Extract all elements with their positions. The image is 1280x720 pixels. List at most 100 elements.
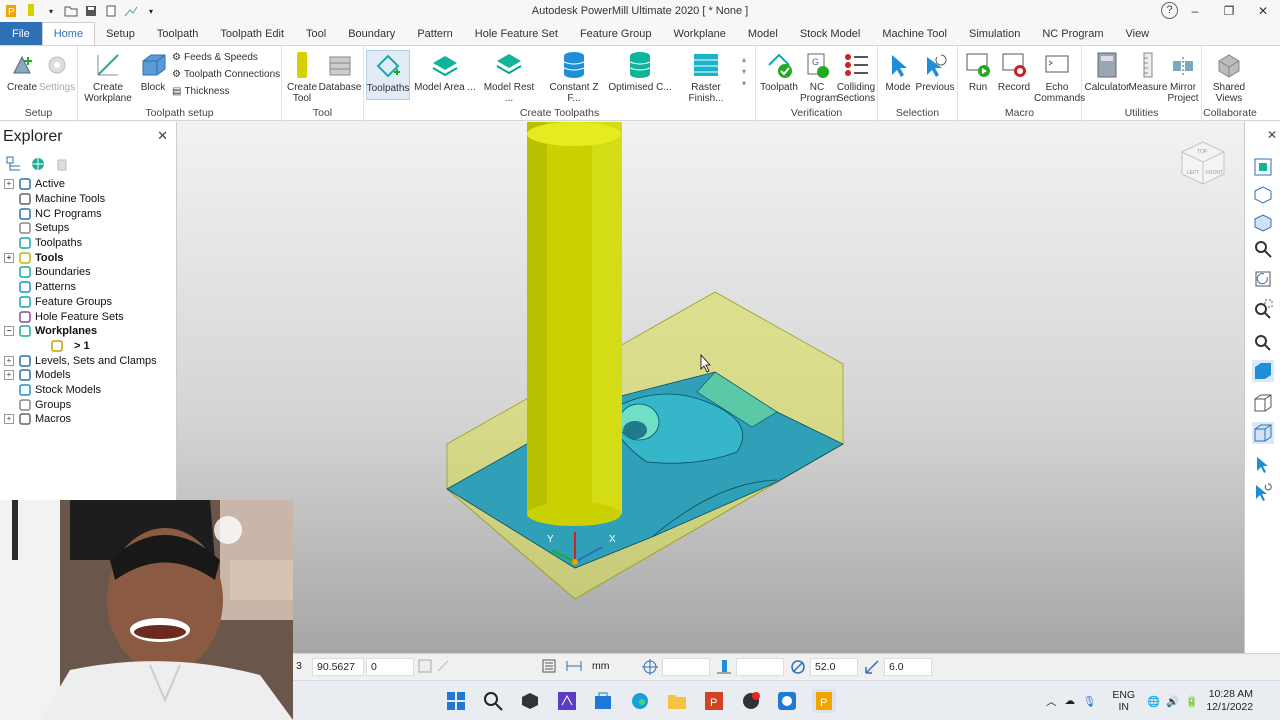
open-folder-icon[interactable] <box>64 4 78 18</box>
model-rest-button[interactable]: Model Rest ... <box>480 50 538 104</box>
thickness-field[interactable]: 6.0 <box>884 658 932 676</box>
show-hidden-icons-icon[interactable]: ︿ <box>1046 694 1057 709</box>
optimised-button[interactable]: Optimised C... <box>608 50 672 93</box>
shared-views-button[interactable]: Shared Views <box>1208 50 1250 104</box>
previous-button[interactable]: Previous <box>916 50 954 93</box>
crosshair-icon[interactable] <box>642 659 658 675</box>
tab-machine-tool[interactable]: Machine Tool <box>871 22 958 45</box>
tab-nc-program[interactable]: NC Program <box>1031 22 1114 45</box>
toolpaths-button[interactable]: Toolpaths <box>366 50 410 100</box>
expand-toggle-icon[interactable]: + <box>4 252 14 263</box>
explorer-item-active[interactable]: + Active <box>4 177 157 192</box>
tab-hole-feature-set[interactable]: Hole Feature Set <box>464 22 569 45</box>
iso-view-icon[interactable] <box>1252 184 1274 206</box>
model-area-button[interactable]: Model Area ... <box>414 50 476 93</box>
save-icon[interactable] <box>84 4 98 18</box>
new-file-icon[interactable] <box>104 4 118 18</box>
gallery-scroll-icon[interactable]: ▴ ▾ ▾ <box>742 54 746 90</box>
explorer-item-boundaries[interactable]: Boundaries <box>4 265 157 280</box>
view-cube-icon[interactable] <box>1252 212 1274 234</box>
powermill-taskbar-icon[interactable]: P <box>812 689 836 713</box>
tab-workplane[interactable]: Workplane <box>662 22 736 45</box>
graphics-viewport[interactable]: Y X TOP FRONT LEFT <box>177 122 1244 653</box>
app-logo-icon[interactable]: P <box>4 4 18 18</box>
tab-setup[interactable]: Setup <box>95 22 146 45</box>
tab-home[interactable]: Home <box>41 22 96 45</box>
tab-feature-group[interactable]: Feature Group <box>569 22 663 45</box>
tab-toolpath-edit[interactable]: Toolpath Edit <box>209 22 295 45</box>
refresh-view-icon[interactable] <box>1252 268 1274 290</box>
autodesk-app-icon[interactable] <box>775 689 799 713</box>
file-explorer-icon[interactable] <box>665 689 689 713</box>
explorer-item-toolpaths[interactable]: Toolpaths <box>4 236 157 251</box>
task-view-icon[interactable] <box>518 689 542 713</box>
shaded-view-icon[interactable] <box>1252 360 1274 382</box>
create-tool-button[interactable]: Create Tool <box>286 50 318 104</box>
explorer-item-models[interactable]: + Models <box>4 368 157 383</box>
coord-field-3[interactable]: 0 <box>366 658 414 676</box>
select-icon[interactable] <box>1252 454 1274 476</box>
explorer-item-nc-programs[interactable]: NC Programs <box>4 206 157 221</box>
expand-toggle-icon[interactable]: + <box>4 355 14 366</box>
explorer-item-hole-feature-sets[interactable]: Hole Feature Sets <box>4 309 157 324</box>
create-workplane-button[interactable]: Create Workplane <box>80 50 136 104</box>
tab-model[interactable]: Model <box>737 22 789 45</box>
create-button[interactable]: Create <box>6 50 38 93</box>
expand-toggle-icon[interactable]: + <box>4 179 14 190</box>
mirror-project-button[interactable]: Mirror Project <box>1166 50 1200 104</box>
start-button-icon[interactable] <box>444 689 468 713</box>
tab-file[interactable]: File <box>0 22 42 45</box>
chart-icon[interactable] <box>124 4 138 18</box>
network-icon[interactable]: 🌐 <box>1147 695 1160 708</box>
snap-icon[interactable] <box>418 659 434 675</box>
cloud-icon[interactable]: ☁ <box>1065 695 1076 707</box>
tab-stock-model[interactable]: Stock Model <box>789 22 872 45</box>
workplane-field[interactable] <box>662 658 710 676</box>
expand-toggle-icon[interactable]: − <box>4 326 14 337</box>
explorer-close-icon[interactable]: ✕ <box>157 128 168 144</box>
select-previous-icon[interactable] <box>1252 480 1274 502</box>
explorer-item-patterns[interactable]: Patterns <box>4 280 157 295</box>
calculator-button[interactable]: Calculator <box>1084 50 1130 93</box>
record-macro-button[interactable]: Record <box>996 50 1032 93</box>
explorer-item-workplanes[interactable]: − Workplanes <box>4 324 157 339</box>
zoom-icon[interactable] <box>1252 238 1274 260</box>
tolerance-field[interactable]: 52.0 <box>810 658 858 676</box>
expand-toggle-icon[interactable]: + <box>4 370 14 381</box>
microphone-icon[interactable]: 🎙 <box>1083 695 1096 708</box>
explorer-item-setups[interactable]: Setups <box>4 221 157 236</box>
customize-icon[interactable]: ▾ <box>144 4 158 18</box>
screen-recorder-icon[interactable] <box>739 689 763 713</box>
feeds-speeds-button[interactable]: ⚙ Feeds & Speeds <box>172 52 258 63</box>
block-button[interactable]: Block <box>138 50 168 93</box>
zoom-box-icon[interactable] <box>1252 298 1274 320</box>
coord-field-2[interactable]: 90.5627 <box>312 658 364 676</box>
minimize-button[interactable]: – <box>1178 0 1212 22</box>
echo-commands-button[interactable]: Echo Commands <box>1034 50 1085 104</box>
explorer-item-feature-groups[interactable]: Feature Groups <box>4 295 157 310</box>
close-button[interactable]: ✕ <box>1246 0 1280 22</box>
dimension-icon[interactable] <box>566 659 582 675</box>
tab-tool[interactable]: Tool <box>295 22 337 45</box>
delete-icon[interactable] <box>54 156 70 175</box>
clock[interactable]: 10:28 AM 12/1/2022 <box>1206 688 1253 714</box>
run-macro-button[interactable]: Run <box>962 50 994 93</box>
tab-toolpath[interactable]: Toolpath <box>146 22 210 45</box>
battery-icon[interactable]: 🔋 <box>1185 695 1198 708</box>
explorer-item-machine-tools[interactable]: Machine Tools <box>4 192 157 207</box>
edge-browser-icon[interactable] <box>628 689 652 713</box>
globe-icon[interactable] <box>30 156 46 175</box>
tab-simulation[interactable]: Simulation <box>958 22 1031 45</box>
tool-status-icon[interactable] <box>716 659 732 675</box>
thickness-button[interactable]: ▤ Thickness <box>172 86 229 97</box>
measure-button[interactable]: Measure <box>1129 50 1167 93</box>
collapse-tree-icon[interactable] <box>6 156 22 175</box>
explorer-item-levels-sets-and-clamps[interactable]: + Levels, Sets and Clamps <box>4 353 157 368</box>
colliding-sections-button[interactable]: Colliding Sections <box>836 50 876 104</box>
language-indicator[interactable]: ENG IN <box>1112 689 1135 713</box>
tab-pattern[interactable]: Pattern <box>406 22 463 45</box>
volume-icon[interactable]: 🔊 <box>1166 695 1179 708</box>
settings-button[interactable]: Settings <box>39 50 75 93</box>
view-fit-icon[interactable] <box>1252 156 1274 178</box>
tool-field[interactable] <box>736 658 784 676</box>
